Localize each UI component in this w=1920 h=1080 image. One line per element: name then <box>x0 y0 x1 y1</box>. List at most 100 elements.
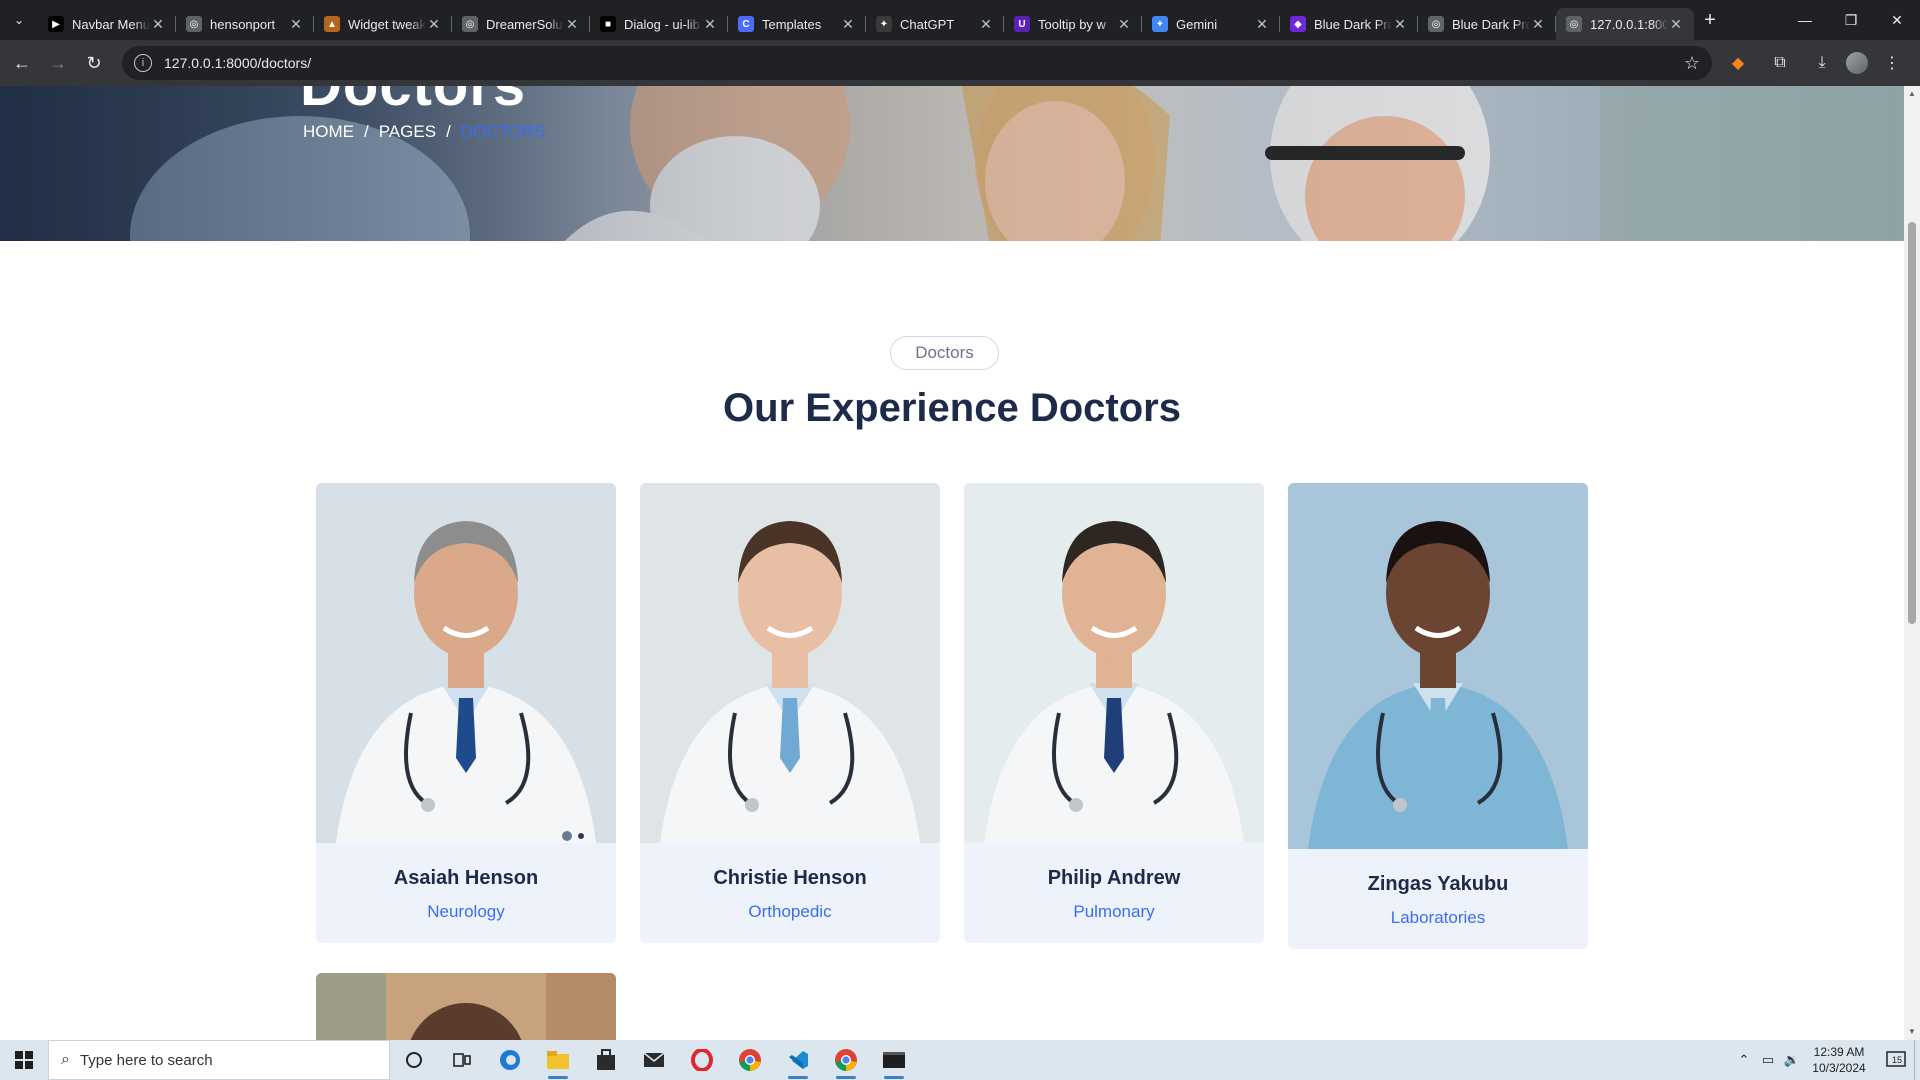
browser-tab[interactable]: ▶ Navbar Menu ✕ <box>38 8 176 40</box>
carousel-dot-active[interactable] <box>562 831 572 841</box>
section-heading: Our Experience Doctors <box>723 386 1181 430</box>
breadcrumb-item[interactable]: PAGES <box>379 122 436 142</box>
show-hidden-icons-chevron-icon[interactable]: ⌃ <box>1732 1052 1756 1068</box>
browser-tab[interactable]: ◎ 127.0.0.1:8000✕ <box>1556 8 1694 40</box>
back-button[interactable]: ← <box>4 45 40 81</box>
battery-icon[interactable]: ▭ <box>1756 1052 1780 1068</box>
tab-title: ChatGPT <box>900 16 955 32</box>
tab-close-icon[interactable]: ✕ <box>702 16 718 33</box>
tab-close-icon[interactable]: ✕ <box>1668 16 1684 33</box>
tab-title: Blue Dark Pro <box>1452 16 1530 32</box>
bookmark-star-icon[interactable]: ☆ <box>1684 53 1700 74</box>
tab-close-icon[interactable]: ✕ <box>564 16 580 33</box>
carousel-dot[interactable] <box>578 833 584 839</box>
profile-avatar[interactable] <box>1846 52 1868 74</box>
notification-center-icon[interactable]: 15 <box>1874 1051 1914 1069</box>
windows-logo-icon <box>15 1051 33 1069</box>
browser-tab[interactable]: U Tooltip by w ✕ <box>1004 8 1142 40</box>
close-window-button[interactable]: ✕ <box>1874 0 1920 40</box>
page-scrollbar[interactable]: ▲ ▼ <box>1904 86 1920 1040</box>
restore-button[interactable]: ❐ <box>1828 0 1874 40</box>
breadcrumb-item[interactable]: HOME <box>303 122 354 142</box>
microsoft-store-icon[interactable] <box>582 1040 630 1080</box>
extensions-puzzle-icon[interactable]: ⧉ <box>1762 46 1798 80</box>
doctor-card[interactable]: Christie Henson Orthopedic <box>640 483 940 943</box>
tab-favicon-icon: ▲ <box>324 16 340 32</box>
tab-close-icon[interactable]: ✕ <box>1392 16 1408 33</box>
task-view-icon[interactable] <box>438 1040 486 1080</box>
tab-close-icon[interactable]: ✕ <box>288 16 304 33</box>
scroll-up-arrow-icon[interactable]: ▲ <box>1904 86 1920 102</box>
doctor-photo <box>964 483 1264 843</box>
doctor-name[interactable]: Philip Andrew <box>964 867 1264 890</box>
minimize-button[interactable]: — <box>1782 0 1828 40</box>
taskbar-clock[interactable]: 12:39 AM 10/3/2024 <box>1804 1044 1874 1076</box>
tab-close-icon[interactable]: ✕ <box>1116 16 1132 33</box>
doctor-name[interactable]: Zingas Yakubu <box>1288 873 1588 896</box>
window-controls: — ❐ ✕ <box>1782 0 1920 40</box>
file-explorer-icon[interactable] <box>534 1040 582 1080</box>
doctor-card[interactable]: Asaiah Henson Neurology <box>316 483 616 943</box>
tab-close-icon[interactable]: ✕ <box>1254 16 1270 33</box>
chrome-icon[interactable] <box>726 1040 774 1080</box>
scroll-down-arrow-icon[interactable]: ▼ <box>1904 1024 1920 1040</box>
chrome-active-icon[interactable] <box>822 1040 870 1080</box>
tab-title: 127.0.0.1:8000 <box>1590 16 1668 32</box>
tab-title: DreamerSolutions <box>486 16 564 32</box>
browser-tab[interactable]: ✦ Gemini ✕ <box>1142 8 1280 40</box>
reload-button[interactable]: ↻ <box>76 45 112 81</box>
volume-icon[interactable]: 🔉 <box>1780 1052 1804 1068</box>
tab-favicon-icon: ✦ <box>876 16 892 32</box>
doctor-photo <box>1288 483 1588 849</box>
tab-favicon-icon: C <box>738 16 754 32</box>
clock-date: 10/3/2024 <box>1812 1061 1866 1075</box>
tab-title: Blue Dark Pro <box>1314 16 1392 32</box>
show-desktop-button[interactable] <box>1914 1040 1920 1080</box>
tab-search-button[interactable]: ⌄ <box>0 0 38 40</box>
doctor-card[interactable]: Philip Andrew Pulmonary <box>964 483 1264 943</box>
browser-tab[interactable]: ◎ hensonport ✕ <box>176 8 314 40</box>
browser-tab[interactable]: ◆ Blue Dark Pro ✕ <box>1280 8 1418 40</box>
browser-tab[interactable]: ■ Dialog - ui-lib ✕ <box>590 8 728 40</box>
forward-button[interactable]: → <box>40 45 76 81</box>
tab-title: Tooltip by w <box>1038 16 1106 32</box>
tab-close-icon[interactable]: ✕ <box>1530 16 1546 33</box>
tab-close-icon[interactable]: ✕ <box>840 16 856 33</box>
doctor-name[interactable]: Asaiah Henson <box>316 867 616 890</box>
new-tab-button[interactable]: + <box>1694 9 1726 32</box>
edge-browser-icon[interactable] <box>486 1040 534 1080</box>
metamask-extension-icon[interactable]: ◆ <box>1720 46 1756 80</box>
tab-close-icon[interactable]: ✕ <box>150 16 166 33</box>
taskbar-search-box[interactable]: ⌕ Type here to search <box>48 1040 390 1080</box>
tab-favicon-icon: ◎ <box>186 16 202 32</box>
browser-tab[interactable]: C Templates ✕ <box>728 8 866 40</box>
browser-tab[interactable]: ✦ ChatGPT ✕ <box>866 8 1004 40</box>
doctor-card[interactable]: Zingas Yakubu Laboratories <box>1288 483 1588 949</box>
tab-close-icon[interactable]: ✕ <box>978 16 994 33</box>
url-text[interactable]: 127.0.0.1:8000/doctors/ <box>164 55 311 71</box>
chrome-menu-icon[interactable]: ⋮ <box>1874 46 1910 80</box>
site-info-icon[interactable]: i <box>134 54 152 72</box>
vscode-icon[interactable] <box>774 1040 822 1080</box>
tab-close-icon[interactable]: ✕ <box>426 16 442 33</box>
browser-tab[interactable]: ◎ Blue Dark Pro ✕ <box>1418 8 1556 40</box>
scrollbar-thumb[interactable] <box>1908 222 1916 624</box>
opera-browser-icon[interactable] <box>678 1040 726 1080</box>
browser-tab[interactable]: ◎ DreamerSolutions✕ <box>452 8 590 40</box>
tab-favicon-icon: U <box>1014 16 1030 32</box>
start-button[interactable] <box>0 1040 48 1080</box>
tab-favicon-icon: ◎ <box>1566 16 1582 32</box>
address-bar[interactable]: i 127.0.0.1:8000/doctors/ ☆ <box>122 46 1712 80</box>
doctor-name[interactable]: Christie Henson <box>640 867 940 890</box>
browser-tab[interactable]: ▲ Widget tweaks ✕ <box>314 8 452 40</box>
doctor-card-partial[interactable] <box>316 973 616 1040</box>
downloads-icon[interactable]: ⤓ <box>1804 46 1840 80</box>
clock-time: 12:39 AM <box>1813 1045 1865 1059</box>
cortana-icon[interactable] <box>390 1040 438 1080</box>
tab-title: Templates <box>762 16 822 32</box>
doctor-specialty: Pulmonary <box>1073 902 1155 921</box>
hero-overlay <box>0 86 1904 241</box>
mail-icon[interactable] <box>630 1040 678 1080</box>
carousel-dots[interactable] <box>562 831 584 841</box>
terminal-icon[interactable] <box>870 1040 918 1080</box>
